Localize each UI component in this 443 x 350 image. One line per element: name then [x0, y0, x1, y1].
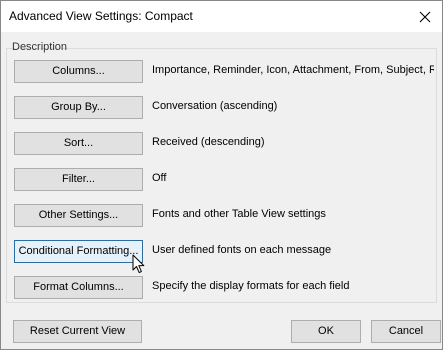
reset-current-view-button[interactable]: Reset Current View	[13, 320, 142, 343]
close-icon	[419, 11, 431, 22]
other-settings-button[interactable]: Other Settings...	[14, 204, 143, 227]
sort-description: Received (descending)	[152, 136, 265, 148]
title-bar: Advanced View Settings: Compact	[1, 1, 442, 32]
format-columns-description: Specify the display formats for each fie…	[152, 280, 350, 292]
ok-button[interactable]: OK	[291, 320, 361, 343]
format-columns-button[interactable]: Format Columns...	[14, 276, 143, 299]
settings-row-filter: Filter... Off	[14, 168, 434, 191]
window-title: Advanced View Settings: Compact	[9, 9, 193, 23]
group-by-button[interactable]: Group By...	[14, 96, 143, 119]
description-section-label: Description	[12, 41, 68, 53]
settings-row-sort: Sort... Received (descending)	[14, 132, 434, 155]
settings-row-other-settings: Other Settings... Fonts and other Table …	[14, 204, 434, 227]
columns-description: Importance, Reminder, Icon, Attachment, …	[152, 64, 434, 76]
close-button[interactable]	[408, 1, 442, 32]
settings-row-conditional-formatting: Conditional Formatting... User defined f…	[14, 240, 434, 263]
conditional-formatting-description: User defined fonts on each message	[152, 244, 332, 256]
conditional-formatting-button[interactable]: Conditional Formatting...	[14, 240, 143, 263]
settings-row-group-by: Group By... Conversation (ascending)	[14, 96, 434, 119]
settings-row-columns: Columns... Importance, Reminder, Icon, A…	[14, 60, 434, 83]
settings-row-format-columns: Format Columns... Specify the display fo…	[14, 276, 434, 299]
filter-description: Off	[152, 172, 167, 184]
cancel-button[interactable]: Cancel	[371, 320, 441, 343]
mouse-pointer-icon	[132, 254, 145, 274]
filter-button[interactable]: Filter...	[14, 168, 143, 191]
other-settings-description: Fonts and other Table View settings	[152, 208, 326, 220]
columns-button[interactable]: Columns...	[14, 60, 143, 83]
advanced-view-settings-dialog: Advanced View Settings: Compact Descript…	[0, 0, 443, 350]
group-by-description: Conversation (ascending)	[152, 100, 278, 112]
sort-button[interactable]: Sort...	[14, 132, 143, 155]
